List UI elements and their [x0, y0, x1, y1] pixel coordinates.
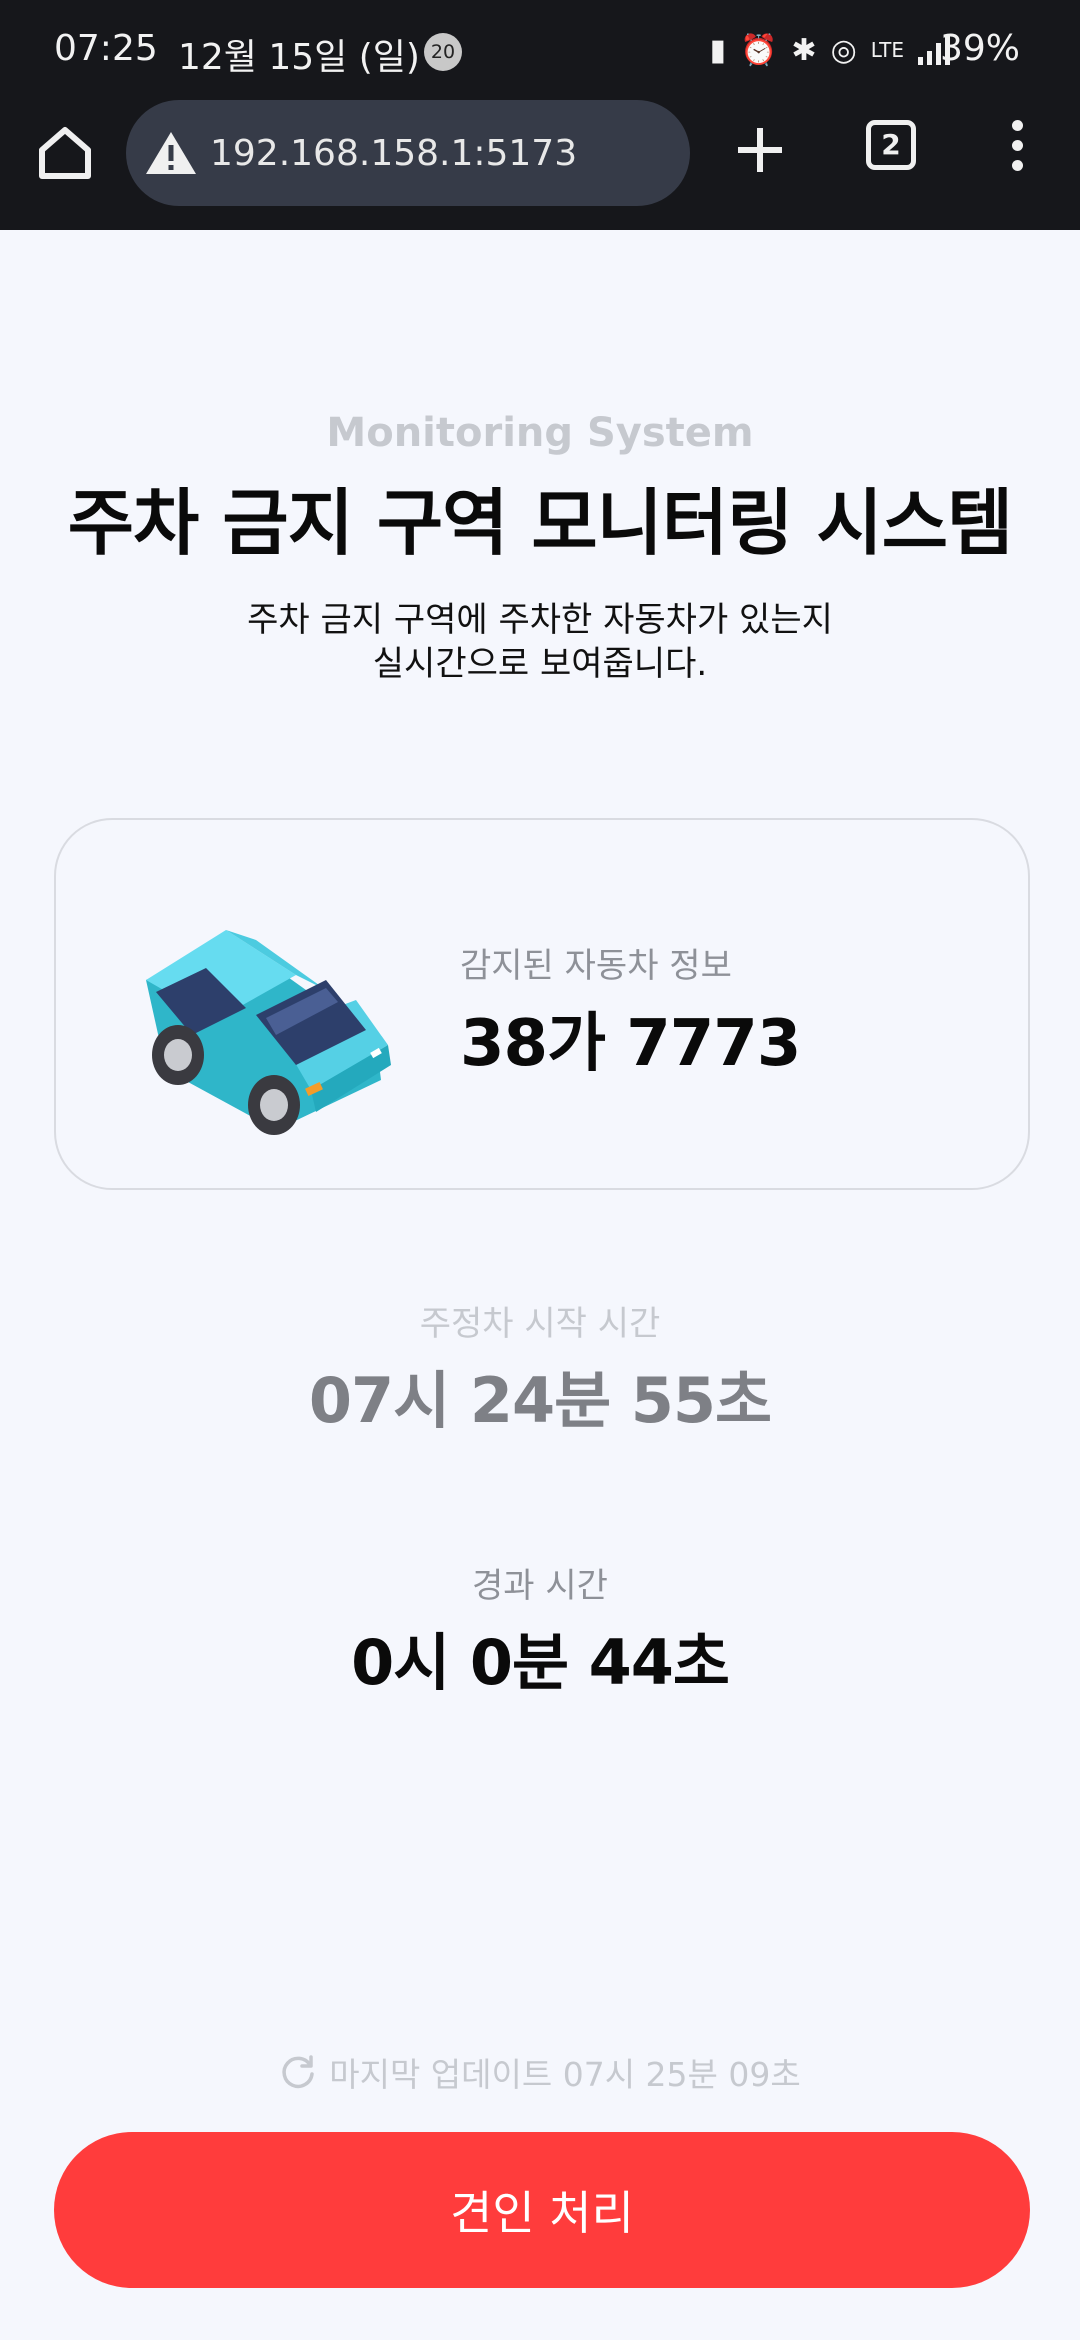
status-time: 07:25 — [54, 28, 158, 69]
more-menu-icon[interactable] — [1006, 116, 1028, 186]
battery-percent: 39% — [939, 28, 1020, 69]
url-text[interactable]: 192.168.158.1:5173 — [210, 133, 577, 174]
alarm-icon: ⏰ — [740, 32, 778, 68]
description-line-2: 실시간으로 보여줍니다. — [372, 644, 708, 684]
notification-count-badge: 20 — [424, 33, 462, 71]
browser-chrome: 07:25 12월 15일 (일) 20 ▮ ⏰ ✱ ◎ LTE 39% 192… — [0, 0, 1080, 230]
hotspot-icon: ◎ — [830, 32, 857, 68]
page-description: 주차 금지 구역에 주차한 자동차가 있는지 실시간으로 보여줍니다. — [0, 598, 1080, 686]
car-illustration — [146, 930, 391, 1135]
tow-button[interactable]: 견인 처리 — [54, 2132, 1030, 2288]
lte-label: LTE — [870, 38, 904, 62]
start-time-label: 주정차 시작 시간 — [419, 1304, 661, 1344]
new-tab-icon[interactable] — [732, 122, 788, 178]
description-line-1: 주차 금지 구역에 주차한 자동차가 있는지 — [247, 600, 833, 640]
tab-switcher-button[interactable]: 2 — [866, 120, 916, 170]
elapsed-time-label: 경과 시간 — [472, 1566, 608, 1606]
license-plate: 38가 7773 — [460, 1007, 801, 1081]
home-icon[interactable] — [34, 122, 96, 184]
page-subtitle: Monitoring System — [326, 410, 754, 456]
address-bar[interactable]: 192.168.158.1:5173 — [126, 100, 690, 206]
detected-car-card: 감지된 자동차 정보 38가 7773 — [54, 818, 1030, 1190]
browser-toolbar: 192.168.158.1:5173 2 — [0, 100, 1080, 230]
last-update: 마지막 업데이트 07시 25분 09초 — [0, 2048, 1080, 2096]
last-update-text: 마지막 업데이트 07시 25분 09초 — [329, 2055, 801, 2094]
status-icons: ▮ ⏰ ✱ ◎ LTE — [710, 28, 950, 72]
battery-saver-icon: ▮ — [709, 32, 727, 68]
status-bar: 07:25 12월 15일 (일) 20 ▮ ⏰ ✱ ◎ LTE 39% — [0, 0, 1080, 100]
bluetooth-icon: ✱ — [791, 32, 817, 68]
warning-icon[interactable] — [144, 130, 198, 176]
detected-car-label: 감지된 자동차 정보 — [460, 946, 732, 986]
start-time-value: 07시 24분 55초 — [308, 1364, 772, 1437]
refresh-icon — [282, 2055, 314, 2089]
page-title: 주차 금지 구역 모니터링 시스템 — [67, 481, 1013, 565]
status-date: 12월 15일 (일) — [178, 37, 420, 78]
elapsed-time-value: 0시 0분 44초 — [351, 1626, 730, 1699]
